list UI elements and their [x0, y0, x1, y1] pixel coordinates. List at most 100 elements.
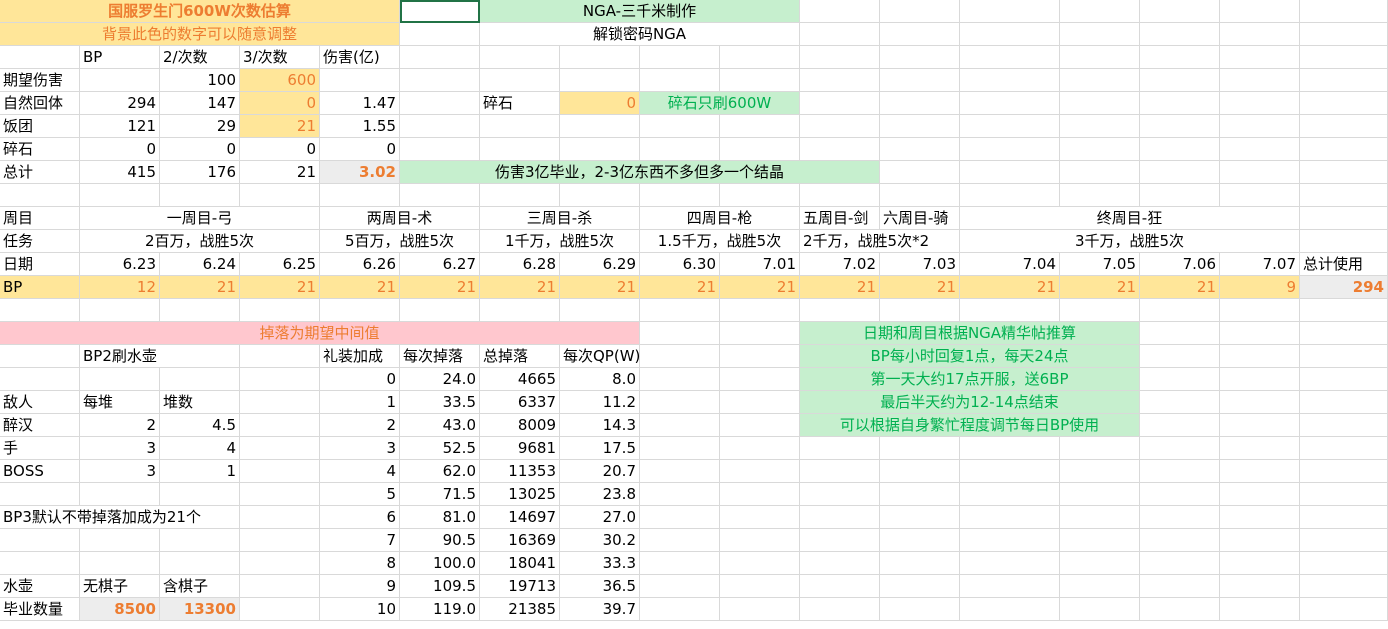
grid-cell[interactable] — [1140, 529, 1220, 552]
grid-cell[interactable] — [880, 575, 960, 598]
cell-h24[interactable]: 30.2 — [560, 529, 640, 552]
grid-cell[interactable] — [1060, 23, 1140, 46]
cell-h27[interactable]: 39.7 — [560, 598, 640, 621]
grid-cell[interactable] — [240, 184, 320, 207]
grid-cell[interactable] — [160, 299, 240, 322]
cell-a7[interactable]: 碎石 — [0, 138, 80, 161]
cell-d13[interactable]: 21 — [240, 276, 320, 299]
cell-g22[interactable]: 13025 — [480, 483, 560, 506]
grid-cell[interactable] — [960, 460, 1060, 483]
grid-cell[interactable] — [1140, 69, 1220, 92]
cell-m13[interactable]: 21 — [960, 276, 1060, 299]
grid-cell[interactable] — [1300, 460, 1388, 483]
grid-cell[interactable] — [1300, 138, 1388, 161]
cell-a21[interactable]: BOSS — [0, 460, 80, 483]
grid-cell[interactable] — [1300, 46, 1388, 69]
grid-cell[interactable] — [960, 46, 1060, 69]
grid-cell[interactable] — [480, 69, 560, 92]
cell-f25[interactable]: 100.0 — [400, 552, 480, 575]
grid-cell[interactable] — [0, 345, 80, 368]
grid-cell[interactable] — [720, 345, 800, 368]
cell-c12[interactable]: 6.24 — [160, 253, 240, 276]
grid-cell[interactable] — [960, 575, 1060, 598]
grid-cell[interactable] — [1300, 437, 1388, 460]
grid-cell[interactable] — [720, 46, 800, 69]
cell-b11[interactable]: 2百万，战胜5次 — [80, 230, 320, 253]
grid-cell[interactable] — [1300, 161, 1388, 184]
cell-a10[interactable]: 周目 — [0, 207, 80, 230]
cell-c21[interactable]: 1 — [160, 460, 240, 483]
grid-cell[interactable] — [240, 437, 320, 460]
grid-cell[interactable] — [240, 414, 320, 437]
cell-a2[interactable]: 背景此色的数字可以随意调整 — [0, 23, 400, 46]
grid-cell[interactable] — [1140, 0, 1220, 23]
cell-c3[interactable]: 2/次数 — [160, 46, 240, 69]
cell-e22[interactable]: 5 — [320, 483, 400, 506]
cell-e27[interactable]: 10 — [320, 598, 400, 621]
grid-cell[interactable] — [1220, 46, 1300, 69]
grid-cell[interactable] — [1140, 138, 1220, 161]
cell-h23[interactable]: 27.0 — [560, 506, 640, 529]
grid-cell[interactable] — [1300, 552, 1388, 575]
grid-cell[interactable] — [1220, 414, 1300, 437]
cell-e18[interactable]: 1 — [320, 391, 400, 414]
grid-cell[interactable] — [1220, 575, 1300, 598]
cell-a5[interactable]: 自然回体 — [0, 92, 80, 115]
cell-c20[interactable]: 4 — [160, 437, 240, 460]
grid-cell[interactable] — [1300, 23, 1388, 46]
grid-cell[interactable] — [240, 299, 320, 322]
cell-h19[interactable]: 14.3 — [560, 414, 640, 437]
grid-cell[interactable] — [880, 529, 960, 552]
cell-f17[interactable]: 24.0 — [400, 368, 480, 391]
cell-m10[interactable]: 终周目-狂 — [960, 207, 1300, 230]
grid-cell[interactable] — [1220, 506, 1300, 529]
cell-i10[interactable]: 四周目-枪 — [640, 207, 800, 230]
grid-cell[interactable] — [880, 161, 960, 184]
grid-cell[interactable] — [1140, 414, 1220, 437]
grid-cell[interactable] — [1140, 345, 1220, 368]
cell-f21[interactable]: 62.0 — [400, 460, 480, 483]
cell-b18[interactable]: 每堆 — [80, 391, 160, 414]
cell-g16[interactable]: 总掉落 — [480, 345, 560, 368]
cell-c26[interactable]: 含棋子 — [160, 575, 240, 598]
cell-i13[interactable]: 21 — [640, 276, 720, 299]
spreadsheet-grid[interactable]: 国服罗生门600W次数估算 NGA-三千米制作 背景此色的数字可以随意调整 解锁密码N… — [0, 0, 1388, 629]
grid-cell[interactable] — [1060, 529, 1140, 552]
cell-c5[interactable]: 147 — [160, 92, 240, 115]
cell-j12[interactable]: 7.01 — [720, 253, 800, 276]
cell-f24[interactable]: 90.5 — [400, 529, 480, 552]
cell-m11[interactable]: 3千万，战胜5次 — [960, 230, 1300, 253]
grid-cell[interactable] — [720, 69, 800, 92]
grid-cell[interactable] — [960, 23, 1060, 46]
grid-cell[interactable] — [0, 529, 80, 552]
cell-i5[interactable]: 碎石只刷600W — [640, 92, 800, 115]
cell-f23[interactable]: 81.0 — [400, 506, 480, 529]
grid-cell[interactable] — [320, 184, 400, 207]
grid-cell[interactable] — [1140, 552, 1220, 575]
grid-cell[interactable] — [1220, 184, 1300, 207]
cell-g25[interactable]: 18041 — [480, 552, 560, 575]
cell-e24[interactable]: 7 — [320, 529, 400, 552]
grid-cell[interactable] — [640, 345, 720, 368]
cell-d8[interactable]: 21 — [240, 161, 320, 184]
cell-b21[interactable]: 3 — [80, 460, 160, 483]
grid-cell[interactable] — [800, 92, 880, 115]
grid-cell[interactable] — [960, 69, 1060, 92]
cell-e21[interactable]: 4 — [320, 460, 400, 483]
grid-cell[interactable] — [240, 368, 320, 391]
cell-c8[interactable]: 176 — [160, 161, 240, 184]
grid-cell[interactable] — [1140, 506, 1220, 529]
grid-cell[interactable] — [880, 598, 960, 621]
grid-cell[interactable] — [400, 138, 480, 161]
grid-cell[interactable] — [880, 138, 960, 161]
grid-cell[interactable] — [720, 552, 800, 575]
grid-cell[interactable] — [960, 529, 1060, 552]
grid-cell[interactable] — [480, 299, 560, 322]
grid-cell[interactable] — [1220, 391, 1300, 414]
cell-f26[interactable]: 109.5 — [400, 575, 480, 598]
grid-cell[interactable] — [800, 115, 880, 138]
grid-cell[interactable] — [960, 483, 1060, 506]
grid-cell[interactable] — [1060, 552, 1140, 575]
grid-cell[interactable] — [1060, 115, 1140, 138]
cell-e25[interactable]: 8 — [320, 552, 400, 575]
